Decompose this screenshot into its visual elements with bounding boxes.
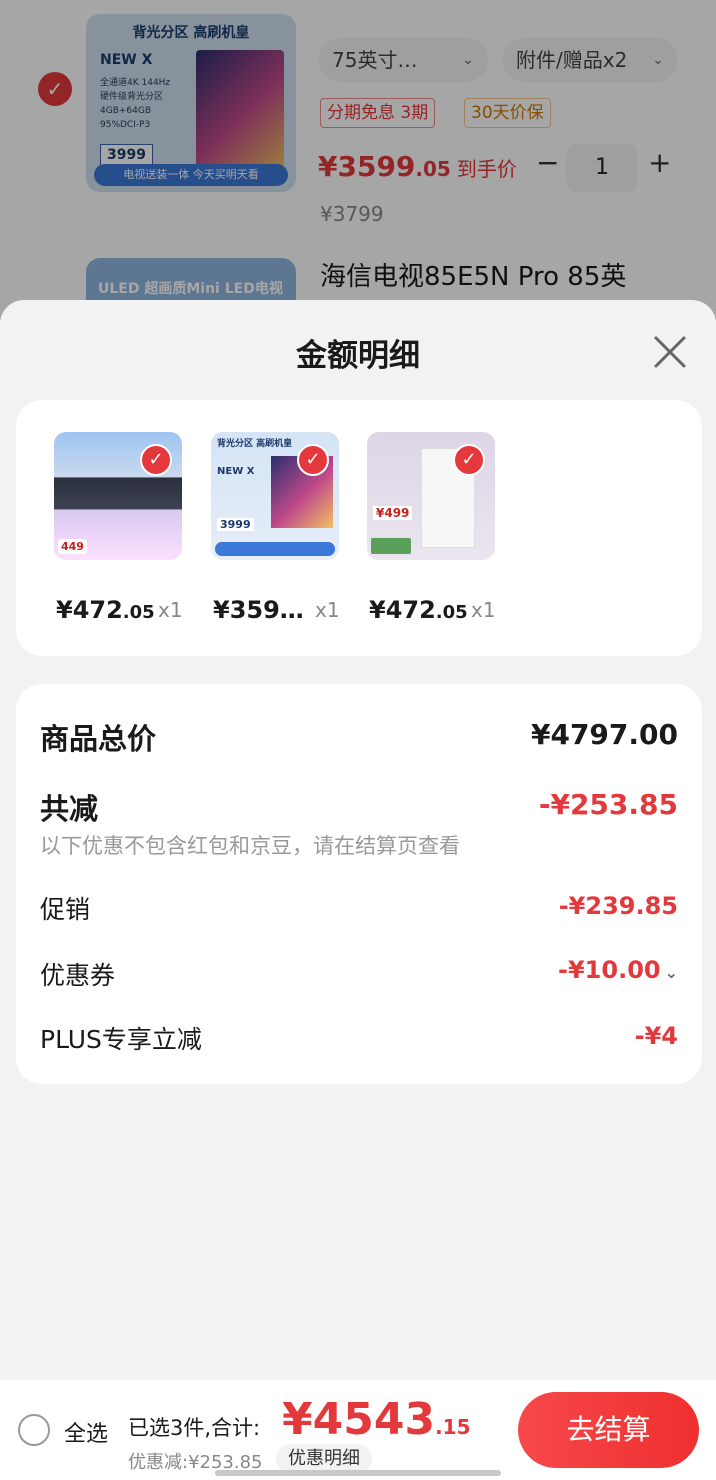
check-icon[interactable]: ✓	[297, 444, 329, 476]
item-quantity: x1	[471, 598, 496, 622]
item-price-decimal: .05	[122, 602, 155, 623]
plus-discount-value: -¥4	[634, 1022, 678, 1050]
item-quantity: x1	[315, 598, 340, 622]
image-price-badge: ¥499	[373, 506, 413, 520]
plus-discount-label: PLUS专享立减	[40, 1025, 202, 1054]
image-model: NEW X	[217, 466, 255, 477]
list-item[interactable]: 449 ✓ ¥472.05 x1	[54, 432, 194, 632]
item-price-main: ¥472	[369, 596, 436, 624]
item-price: ¥472.05	[369, 596, 479, 624]
list-item[interactable]: ¥499 ✓ ¥472.05 x1	[367, 432, 507, 632]
total-reduce-label: 共减	[40, 792, 99, 826]
promotion-label: 促销	[40, 895, 91, 924]
coupon-label: 优惠券	[40, 961, 116, 990]
check-icon[interactable]: ✓	[140, 444, 172, 476]
close-icon	[654, 336, 686, 368]
select-all-label[interactable]: 全选	[64, 1416, 108, 1448]
item-price: ¥359…	[213, 596, 323, 624]
coupon-value: -¥10.00	[558, 956, 661, 984]
image-banner	[371, 538, 411, 554]
item-price: ¥472.05	[56, 596, 166, 624]
check-icon[interactable]: ✓	[453, 444, 485, 476]
coupon-row-toggle[interactable]: -¥10.00 ⌄	[558, 956, 678, 984]
total-decimal: .15	[435, 1415, 471, 1439]
image-banner	[215, 542, 335, 556]
checkout-button[interactable]: 去结算	[518, 1392, 699, 1468]
chevron-down-icon: ⌄	[664, 963, 678, 982]
discount-note: 以下优惠不包含红包和京豆，请在结算页查看	[40, 834, 460, 858]
checkout-bar: 全选 已选3件,合计: ¥4543.15 优惠减:¥253.85 优惠明细 去结…	[0, 1380, 716, 1480]
total-reduce-value: -¥253.85	[538, 788, 678, 821]
promotion-value: -¥239.85	[558, 892, 678, 920]
price-summary-card: 商品总价 ¥4797.00 共减 -¥253.85 以下优惠不包含红包和京豆，请…	[16, 684, 702, 1084]
select-all-radio[interactable]	[18, 1414, 50, 1446]
image-price-badge: 3999	[217, 518, 254, 531]
list-item[interactable]: 背光分区 高刷机皇 NEW X 3999 ✓ ¥359… x1	[211, 432, 351, 632]
selected-info: 已选3件,合计:	[128, 1416, 261, 1440]
home-indicator[interactable]	[215, 1470, 501, 1476]
item-price-main: ¥472	[56, 596, 123, 624]
image-price-badge: 449	[58, 539, 87, 554]
item-price-decimal: .05	[435, 602, 468, 623]
image-title: 背光分区 高刷机皇	[217, 439, 293, 449]
total-amount: ¥4543.15	[282, 1394, 471, 1445]
modal-overlay[interactable]	[0, 0, 716, 320]
total-price-label: 商品总价	[40, 722, 157, 756]
amount-detail-sheet: 金额明细 449 ✓ ¥472.05 x1 背光分区 高刷机皇 NEW X 39…	[0, 300, 716, 1480]
total-main: ¥4543	[282, 1394, 436, 1445]
sheet-title: 金额明细	[296, 338, 420, 374]
selected-items-card: 449 ✓ ¥472.05 x1 背光分区 高刷机皇 NEW X 3999 ✓ …	[16, 400, 702, 656]
close-button[interactable]	[648, 330, 692, 374]
item-quantity: x1	[158, 598, 183, 622]
item-price-main: ¥359…	[213, 596, 304, 624]
total-price-value: ¥4797.00	[530, 718, 678, 751]
